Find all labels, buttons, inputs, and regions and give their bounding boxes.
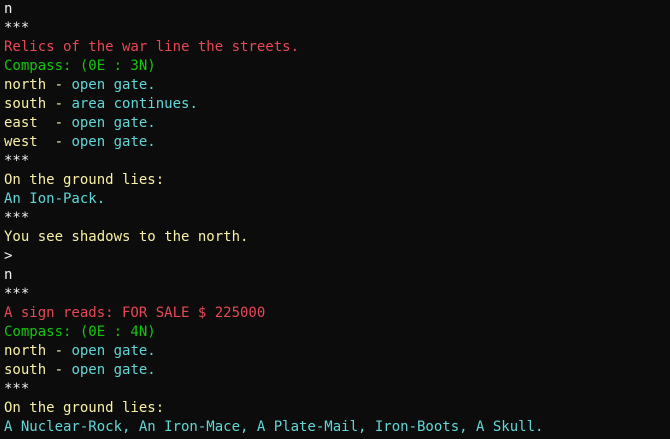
terminal-line: On the ground lies: bbox=[4, 399, 666, 418]
terminal-text: west - bbox=[4, 134, 72, 150]
terminal-text: open gate. bbox=[71, 362, 156, 378]
terminal-line: *** bbox=[4, 152, 666, 171]
terminal-text: open gate. bbox=[71, 77, 156, 93]
terminal-text: south - bbox=[4, 96, 72, 112]
terminal-line: north - open gate. bbox=[4, 76, 666, 95]
terminal-text: n bbox=[4, 267, 13, 283]
terminal-line: n bbox=[4, 266, 666, 285]
terminal-line: > bbox=[4, 247, 666, 266]
terminal-text: You see shadows to the north. bbox=[4, 229, 249, 245]
terminal-line: north - open gate. bbox=[4, 342, 666, 361]
terminal-text: north - bbox=[4, 343, 72, 359]
terminal-text: An Ion-Pack. bbox=[4, 191, 106, 207]
terminal-line: south - open gate. bbox=[4, 361, 666, 380]
terminal-text: A sign reads: FOR SALE $ 225000 bbox=[4, 305, 266, 321]
terminal-line: *** bbox=[4, 209, 666, 228]
terminal-line: You see shadows to the north. bbox=[4, 228, 666, 247]
terminal-line: *** bbox=[4, 380, 666, 399]
terminal-line: Compass: (0E : 4N) bbox=[4, 323, 666, 342]
terminal-line: An Ion-Pack. bbox=[4, 190, 666, 209]
terminal-text: *** bbox=[4, 210, 30, 226]
terminal-line: *** bbox=[4, 285, 666, 304]
terminal-text: *** bbox=[4, 153, 30, 169]
terminal-line: east - open gate. bbox=[4, 114, 666, 133]
terminal-text: area continues. bbox=[71, 96, 198, 112]
terminal-text: south - bbox=[4, 362, 72, 378]
terminal-output[interactable]: n *** Relics of the war line the streets. C… bbox=[4, 0, 666, 439]
terminal-text: Compass: (0E : 4N) bbox=[4, 324, 156, 340]
terminal-text: open gate. bbox=[71, 343, 156, 359]
terminal-line: n bbox=[4, 0, 666, 19]
terminal-text: > bbox=[4, 248, 13, 264]
terminal-text: n bbox=[4, 1, 13, 17]
terminal-text: On the ground lies: bbox=[4, 400, 165, 416]
terminal-text: east - bbox=[4, 115, 72, 131]
terminal-text: *** bbox=[4, 381, 30, 397]
terminal-text: open gate. bbox=[71, 115, 156, 131]
terminal-line: On the ground lies: bbox=[4, 171, 666, 190]
terminal-line: A sign reads: FOR SALE $ 225000 bbox=[4, 304, 666, 323]
terminal-line: west - open gate. bbox=[4, 133, 666, 152]
terminal-line: Relics of the war line the streets. bbox=[4, 38, 666, 57]
terminal-line: *** bbox=[4, 19, 666, 38]
terminal-text: Relics of the war line the streets. bbox=[4, 39, 300, 55]
terminal-text: open gate. bbox=[71, 134, 156, 150]
terminal-text: On the ground lies: bbox=[4, 172, 165, 188]
terminal-line: Compass: (0E : 3N) bbox=[4, 57, 666, 76]
terminal-text: A Nuclear-Rock, An Iron-Mace, A Plate-Ma… bbox=[4, 419, 544, 435]
terminal-line: south - area continues. bbox=[4, 95, 666, 114]
terminal-text: *** bbox=[4, 20, 30, 36]
terminal-text: *** bbox=[4, 286, 30, 302]
terminal-line: A Nuclear-Rock, An Iron-Mace, A Plate-Ma… bbox=[4, 418, 666, 437]
terminal-text: north - bbox=[4, 77, 72, 93]
terminal-text: Compass: (0E : 3N) bbox=[4, 58, 156, 74]
